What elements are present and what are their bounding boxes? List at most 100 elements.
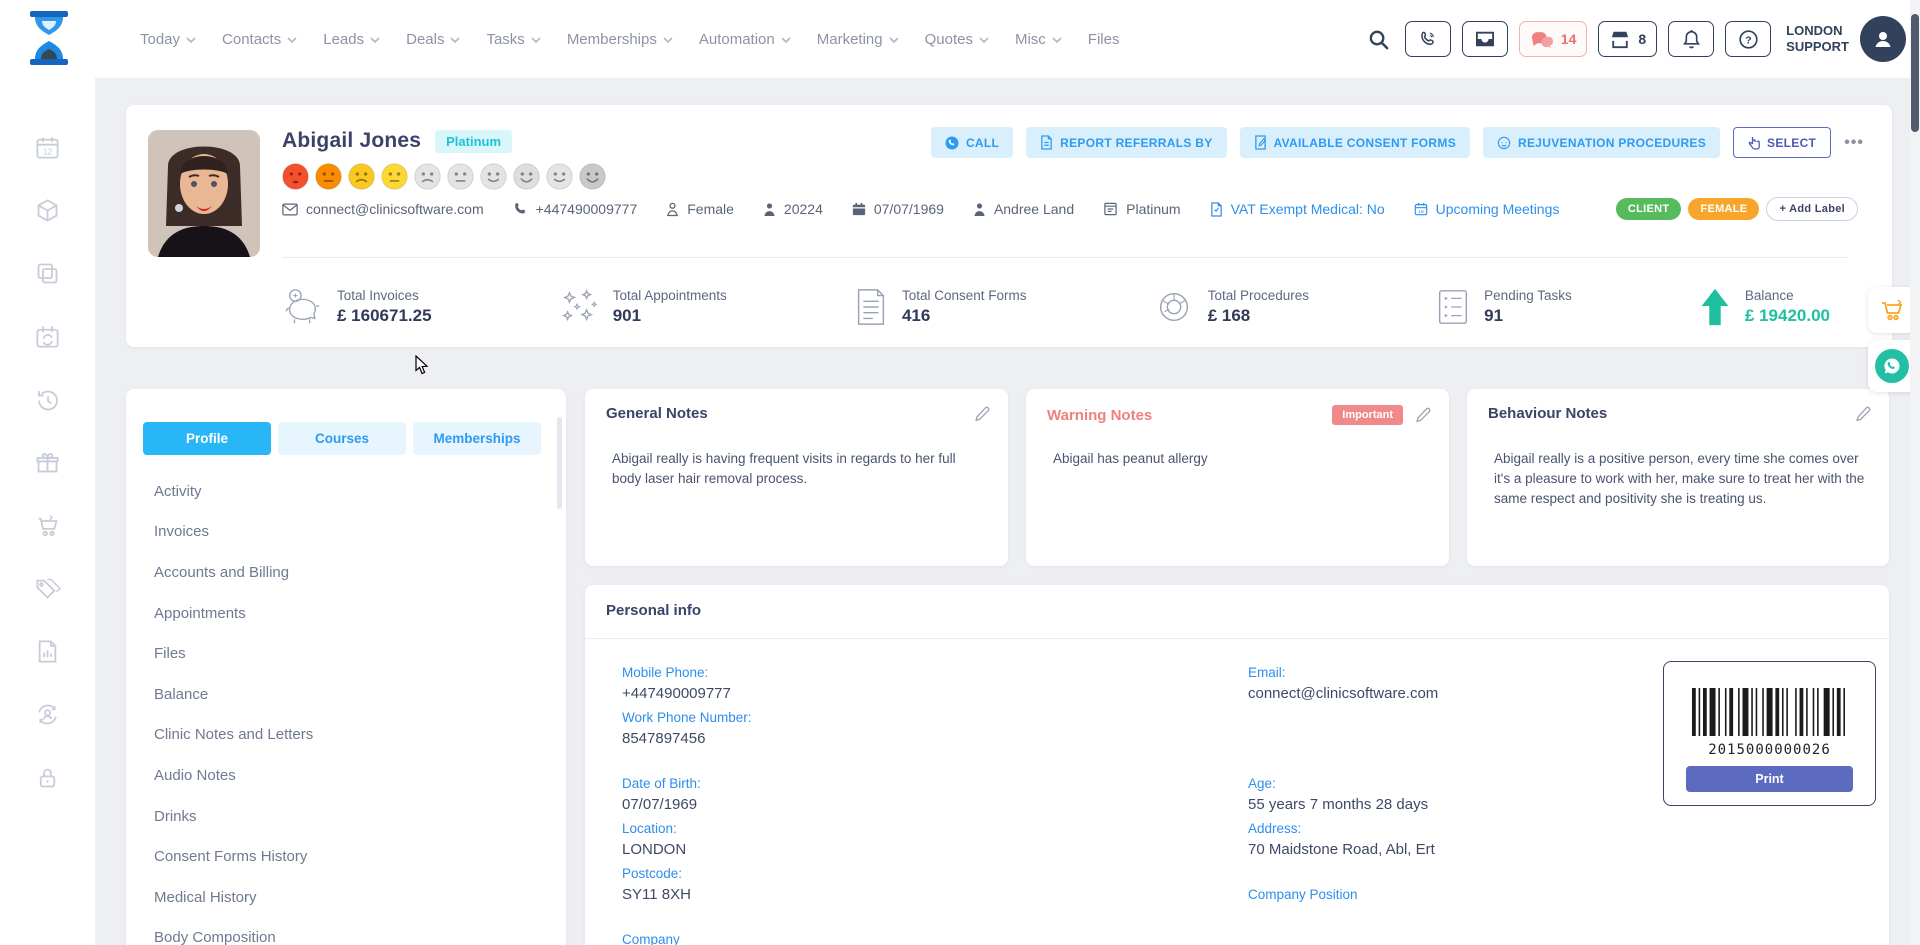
more-actions-button[interactable]: ••• [1844, 134, 1864, 152]
menu-item-invoices[interactable]: Invoices [154, 512, 546, 553]
tab-profile[interactable]: Profile [143, 422, 271, 455]
copy-icon[interactable] [34, 260, 61, 287]
field-address: Address:70 Maidstone Road, Abl, Ert [1248, 821, 1808, 858]
menu-item-activity[interactable]: Activity [154, 471, 546, 512]
user-sync-icon[interactable] [34, 701, 61, 728]
tab-memberships[interactable]: Memberships [413, 422, 541, 455]
nav-contacts[interactable]: Contacts [222, 31, 297, 48]
svg-text:12: 12 [43, 146, 53, 156]
menu-item-appointments[interactable]: Appointments [154, 593, 546, 634]
nav-leads[interactable]: Leads [323, 31, 380, 48]
document-icon [1210, 202, 1223, 217]
menu-item-body-composition[interactable]: Body Composition [154, 918, 546, 945]
menu-item-drinks[interactable]: Drinks [154, 796, 546, 837]
chat-messages-button[interactable]: 14 [1519, 21, 1588, 57]
top-bar-right: 14 8 ? LONDON SUPPORT [1363, 0, 1906, 78]
nav-memberships[interactable]: Memberships [567, 31, 673, 48]
chat-bubbles-icon [1530, 30, 1554, 49]
chevron-down-icon [979, 37, 989, 43]
call-button[interactable]: CALL [931, 127, 1013, 158]
edit-pencil-icon[interactable] [1415, 407, 1431, 423]
mood-face-icon-9[interactable] [546, 163, 573, 190]
nav-files[interactable]: Files [1088, 31, 1120, 48]
menu-item-medical-history[interactable]: Medical History [154, 877, 546, 918]
nav-tasks[interactable]: Tasks [486, 31, 540, 48]
app-logo-hourglass-icon[interactable] [24, 9, 74, 67]
mood-face-icon-2[interactable] [315, 163, 342, 190]
report-chart-icon[interactable] [34, 638, 61, 665]
nav-automation[interactable]: Automation [699, 31, 791, 48]
mood-face-icon-7[interactable] [480, 163, 507, 190]
calendar-refresh-icon[interactable] [34, 323, 61, 350]
mood-face-icon-6[interactable] [447, 163, 474, 190]
menu-item-files[interactable]: Files [154, 633, 546, 674]
floating-cart-button[interactable] [1868, 287, 1916, 333]
general-notes-card: General Notes Abigail really is having f… [585, 389, 1008, 566]
menu-item-balance[interactable]: Balance [154, 674, 546, 715]
stats-row: Total Invoices£ 160671.25 Total Appointm… [282, 287, 1830, 327]
barcode-card: 2015000000026 Print [1663, 661, 1876, 806]
print-button[interactable]: Print [1686, 766, 1853, 792]
menu-item-accounts-and-billing[interactable]: Accounts and Billing [154, 552, 546, 593]
whatsapp-icon [1875, 349, 1909, 383]
menu-item-consent-forms-history[interactable]: Consent Forms History [154, 836, 546, 877]
nav-quotes[interactable]: Quotes [925, 31, 989, 48]
user-avatar-button[interactable] [1860, 16, 1906, 62]
nav-misc[interactable]: Misc [1015, 31, 1062, 48]
menu-item-clinic-notes-and-letters[interactable]: Clinic Notes and Letters [154, 715, 546, 756]
barcode-number: 2015000000026 [1664, 742, 1875, 758]
calendar-icon [852, 202, 866, 216]
mood-face-icon-10[interactable] [579, 163, 606, 190]
vat-exempt-link[interactable]: VAT Exempt Medical: No [1210, 201, 1385, 217]
profile-actions: CALL REPORT REFERRALS BY AVAILABLE CONSE… [931, 127, 1864, 158]
notifications-button[interactable] [1668, 21, 1714, 57]
profile-menu-list: Activity Invoices Accounts and Billing A… [154, 471, 546, 945]
price-tags-icon[interactable] [34, 575, 61, 602]
lock-icon[interactable] [34, 764, 61, 791]
menu-item-audio-notes[interactable]: Audio Notes [154, 755, 546, 796]
search-icon[interactable] [1363, 28, 1394, 51]
cart-icon[interactable] [34, 512, 61, 539]
shop-count-badge: 8 [1638, 31, 1646, 47]
package-icon[interactable] [34, 197, 61, 224]
dialer-button[interactable] [1405, 21, 1451, 57]
edit-pencil-icon[interactable] [1855, 406, 1871, 422]
top-bar: Today Contacts Leads Deals Tasks Members… [0, 0, 1920, 78]
divider [282, 257, 1848, 258]
history-icon[interactable] [34, 386, 61, 413]
mood-face-icon-1[interactable] [282, 163, 309, 190]
person-outline-icon [666, 202, 679, 217]
svg-text:?: ? [1745, 34, 1751, 46]
card-icon [1103, 202, 1118, 216]
floating-whatsapp-button[interactable] [1868, 340, 1916, 392]
mood-face-icon-3[interactable] [348, 163, 375, 190]
client-photo [148, 130, 260, 257]
edit-pencil-icon[interactable] [974, 406, 990, 422]
report-referrals-button[interactable]: REPORT REFERRALS BY [1026, 127, 1226, 158]
phone-icon [945, 136, 959, 150]
calendar-icon[interactable]: 12 [34, 134, 61, 161]
available-consent-forms-button[interactable]: AVAILABLE CONSENT FORMS [1240, 127, 1470, 158]
gift-icon[interactable] [34, 449, 61, 476]
mood-face-icon-8[interactable] [513, 163, 540, 190]
help-button[interactable]: ? [1725, 21, 1771, 57]
account-name: LONDON SUPPORT [1786, 23, 1849, 55]
mood-face-icon-5[interactable] [414, 163, 441, 190]
checklist-icon [1435, 287, 1471, 327]
rejuvenation-procedures-button[interactable]: REJUVENATION PROCEDURES [1483, 127, 1720, 158]
mood-face-icon-4[interactable] [381, 163, 408, 190]
profile-menu-card: Profile Courses Memberships Activity Inv… [126, 389, 566, 945]
menu-scrollbar[interactable] [557, 417, 562, 509]
scrollbar-thumb[interactable] [1911, 14, 1919, 132]
add-label-button[interactable]: + Add Label [1766, 197, 1858, 221]
upcoming-meetings-link[interactable]: 18 Upcoming Meetings [1414, 201, 1560, 217]
nav-today[interactable]: Today [140, 31, 196, 48]
inbox-button[interactable] [1462, 21, 1508, 57]
select-button[interactable]: SELECT [1733, 127, 1831, 158]
shop-button[interactable]: 8 [1598, 21, 1657, 57]
general-notes-body: Abigail really is having frequent visits… [612, 449, 986, 489]
tab-courses[interactable]: Courses [278, 422, 406, 455]
nav-deals[interactable]: Deals [406, 31, 460, 48]
nav-marketing[interactable]: Marketing [817, 31, 899, 48]
client-territory: Andree Land [973, 201, 1074, 217]
